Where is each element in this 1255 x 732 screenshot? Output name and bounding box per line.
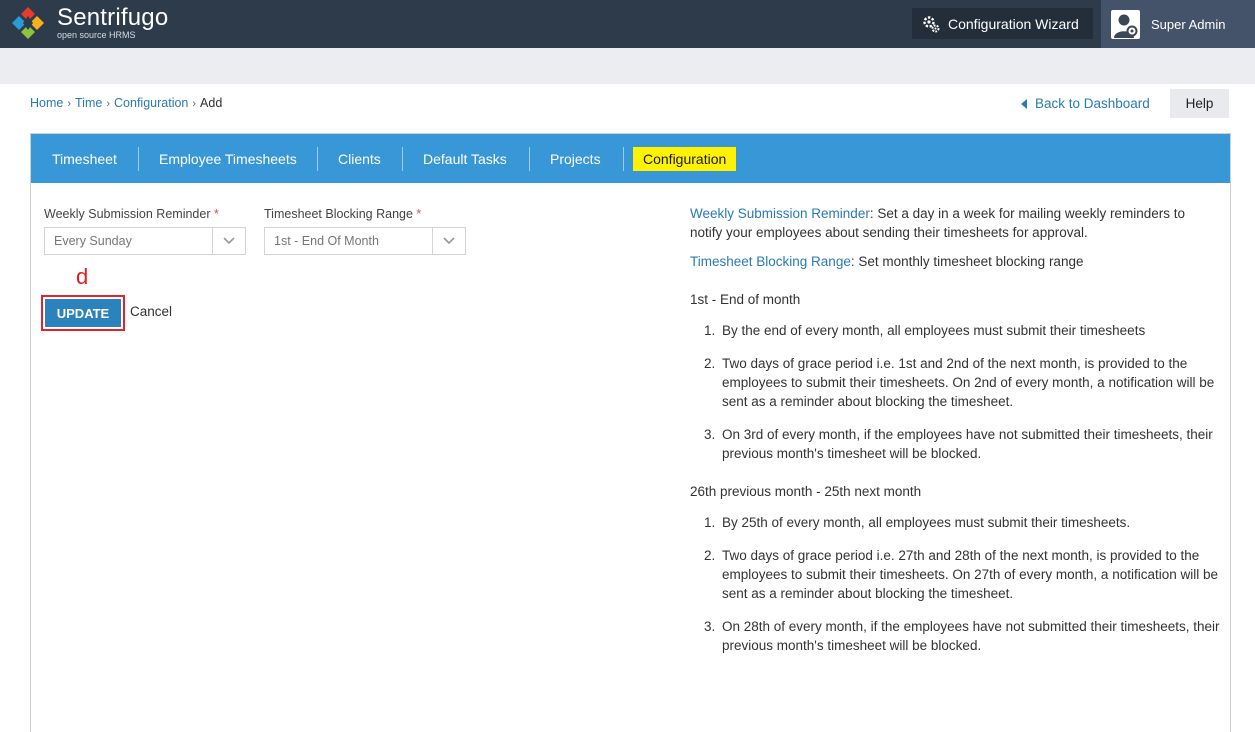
timesheet-panel: Timesheet Employee Timesheets Clients De… <box>30 133 1231 732</box>
list-item: 2. Two days of grace period i.e. 1st and … <box>690 354 1220 411</box>
tab-projects-label: Projects <box>550 150 601 167</box>
list-item-text: By 25th of every month, all employees mu… <box>722 515 1131 530</box>
list-item-text: On 3rd of every month, if the employees … <box>722 427 1213 461</box>
tab-divider <box>317 147 318 171</box>
tab-clients-label: Clients <box>338 150 381 167</box>
tab-divider <box>529 147 530 171</box>
list-item-number: 3. <box>704 427 716 442</box>
avatar <box>1111 9 1140 39</box>
list-item-text: Two days of grace period i.e. 27th and 2… <box>722 548 1218 601</box>
tab-configuration-label: Configuration <box>633 146 737 171</box>
tab-default-tasks-label: Default Tasks <box>423 150 507 167</box>
blocking-range-label: Timesheet Blocking Range * <box>264 207 421 221</box>
breadcrumb-separator-icon: › <box>192 98 197 110</box>
weekly-reminder-select[interactable]: Every Sunday <box>44 227 246 255</box>
list-item-number: 1. <box>704 323 716 338</box>
help-text-column: Weekly Submission Reminder: Set a day in… <box>690 204 1220 669</box>
list-item: 2. Two days of grace period i.e. 27th and… <box>690 546 1220 603</box>
tab-projects[interactable]: Projects <box>550 134 601 183</box>
annotation-marker: d <box>76 264 89 289</box>
required-mark: * <box>416 207 422 221</box>
blocking-range-help: Timesheet Blocking Range: Set monthly ti… <box>690 252 1220 271</box>
blocking-range-label-text: Timesheet Blocking Range <box>264 207 413 221</box>
blocking-range-select[interactable]: 1st - End Of Month <box>264 227 466 255</box>
help-button[interactable]: Help <box>1170 89 1229 118</box>
blocking-range-help-desc: : Set monthly timesheet blocking range <box>850 254 1084 269</box>
breadcrumb-separator-icon: › <box>106 98 111 110</box>
tab-clients[interactable]: Clients <box>338 134 381 183</box>
top-bar: Sentrifugo open source HRMS Configuratio… <box>0 0 1255 48</box>
tab-timesheet-label: Timesheet <box>52 150 117 167</box>
list-item-number: 2. <box>704 356 716 371</box>
brand-name: Sentrifugo <box>57 4 169 31</box>
list-item-number: 2. <box>704 548 716 563</box>
configuration-wizard-label: Configuration Wizard <box>948 15 1079 32</box>
tab-timesheet[interactable]: Timesheet <box>52 134 117 183</box>
back-to-dashboard-link[interactable]: Back to Dashboard <box>1021 96 1150 111</box>
update-button[interactable]: UPDATE <box>45 299 121 327</box>
back-to-dashboard-label: Back to Dashboard <box>1035 96 1150 111</box>
tab-employee-timesheets-label: Employee Timesheets <box>159 150 297 167</box>
configuration-wizard-button[interactable]: Configuration Wizard <box>912 8 1093 39</box>
required-mark: * <box>213 207 219 221</box>
brand-subtitle: open source HRMS <box>57 30 136 40</box>
section-title-25th: 26th previous month - 25th next month <box>690 484 922 499</box>
breadcrumb-separator-icon: › <box>67 98 72 110</box>
section-title-end-of-month: 1st - End of month <box>690 292 801 307</box>
gears-icon <box>923 15 940 32</box>
breadcrumb-configuration[interactable]: Configuration <box>114 96 188 110</box>
cancel-button[interactable]: Cancel <box>130 304 172 319</box>
user-avatar-icon <box>1114 14 1138 38</box>
list-item-number: 1. <box>704 515 716 530</box>
chevron-down-icon[interactable] <box>212 228 245 254</box>
breadcrumb-time[interactable]: Time <box>75 96 102 110</box>
weekly-reminder-help-title: Weekly Submission Reminder <box>690 206 870 221</box>
weekly-reminder-label: Weekly Submission Reminder * <box>44 207 219 221</box>
breadcrumb-home[interactable]: Home <box>30 96 63 110</box>
tab-employee-timesheets[interactable]: Employee Timesheets <box>159 134 297 183</box>
breadcrumb-current: Add <box>200 96 223 110</box>
tab-divider <box>138 147 139 171</box>
tab-divider <box>402 147 403 171</box>
list-item: 1. By 25th of every month, all employees … <box>690 513 1220 532</box>
content-card: Home › Time › Configuration › Add Back to Dash… <box>0 84 1255 732</box>
weekly-reminder-help: Weekly Submission Reminder: Set a day in… <box>690 204 1220 242</box>
blocking-range-value: 1st - End Of Month <box>274 234 379 248</box>
weekly-reminder-value: Every Sunday <box>54 234 132 248</box>
chevron-down-icon[interactable] <box>432 228 465 254</box>
update-highlight-box: UPDATE <box>41 295 125 331</box>
list-item: 1. By the end of every month, all employe… <box>690 321 1220 340</box>
list-item-number: 3. <box>704 619 716 634</box>
blocking-range-help-title: Timesheet Blocking Range <box>690 254 851 269</box>
tab-bar: Timesheet Employee Timesheets Clients De… <box>31 134 1230 183</box>
list-item-text: On 28th of every month, if the employees… <box>722 619 1220 653</box>
list-item-text: By the end of every month, all employees… <box>722 323 1146 338</box>
breadcrumb: Home › Time › Configuration › Add <box>30 96 222 110</box>
list-item: 3. On 28th of every month, if the employe… <box>690 617 1220 655</box>
list-item: 3. On 3rd of every month, if the employee… <box>690 425 1220 463</box>
tab-divider <box>623 147 624 171</box>
tab-default-tasks[interactable]: Default Tasks <box>423 134 507 183</box>
user-menu[interactable]: Super Admin <box>1101 0 1255 48</box>
caret-left-icon <box>1021 98 1027 109</box>
user-name: Super Admin <box>1151 16 1226 32</box>
list-item-text: Two days of grace period i.e. 1st and 2n… <box>722 356 1215 409</box>
weekly-reminder-label-text: Weekly Submission Reminder <box>44 207 211 221</box>
sentrifugo-logo-icon[interactable] <box>8 5 48 43</box>
tab-configuration[interactable]: Configuration <box>633 134 737 183</box>
